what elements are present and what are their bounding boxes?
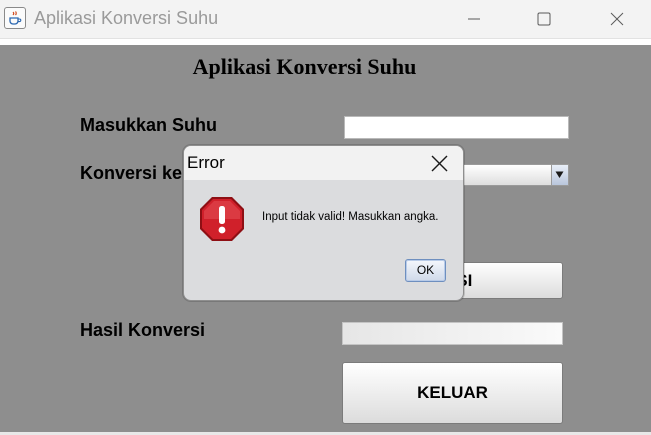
dialog-close-button[interactable] bbox=[425, 150, 453, 176]
dialog-title: Error bbox=[187, 153, 225, 172]
dialog-titlebar: Error bbox=[184, 146, 463, 180]
close-icon bbox=[610, 12, 624, 26]
window-title: Aplikasi Konversi Suhu bbox=[34, 8, 219, 28]
maximize-icon bbox=[537, 12, 551, 26]
chevron-down-icon bbox=[555, 171, 564, 178]
window-titlebar: Aplikasi Konversi Suhu bbox=[0, 0, 651, 39]
exit-button[interactable]: KELUAR bbox=[342, 362, 563, 424]
dropdown-arrow[interactable] bbox=[551, 165, 568, 185]
ok-button[interactable]: OK bbox=[405, 259, 446, 282]
error-dialog: Error Input tidak valid! Masukkan angka.… bbox=[183, 145, 464, 301]
result-label: Hasil Konversi bbox=[80, 320, 206, 340]
close-icon bbox=[431, 155, 448, 172]
dialog-message: Input tidak valid! Masukkan angka. bbox=[262, 211, 439, 223]
java-cup-icon[interactable] bbox=[4, 7, 26, 29]
error-octagon-icon bbox=[200, 197, 244, 241]
result-field bbox=[342, 322, 563, 345]
convert-to-label: Konversi ke bbox=[80, 163, 183, 183]
close-window-button[interactable] bbox=[594, 0, 640, 38]
input-temperature-label: Masukkan Suhu bbox=[80, 115, 218, 135]
minimize-icon bbox=[468, 18, 480, 20]
minimize-button[interactable] bbox=[451, 0, 497, 38]
maximize-button[interactable] bbox=[521, 0, 567, 38]
app-heading: Aplikasi Konversi Suhu bbox=[192, 54, 417, 79]
temperature-input[interactable] bbox=[344, 116, 569, 139]
